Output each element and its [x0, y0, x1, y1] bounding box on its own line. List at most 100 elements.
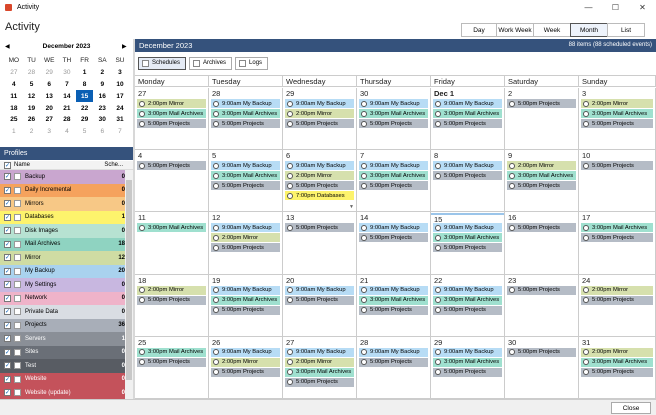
- calendar-event[interactable]: 5:00pm Projects: [137, 161, 206, 171]
- mini-calendar-day[interactable]: 5: [76, 126, 94, 138]
- day-cell[interactable]: 11 3:00pm Mail Archives: [135, 212, 209, 274]
- mini-calendar-day[interactable]: 25: [5, 114, 23, 126]
- profile-row[interactable]: ✓ Website 0: [0, 372, 133, 386]
- profiles-scrollbar[interactable]: [125, 170, 133, 399]
- view-day-button[interactable]: Day: [461, 23, 497, 37]
- profile-row[interactable]: ✓ Network 0: [0, 291, 133, 305]
- calendar-event[interactable]: 5:00pm Projects: [581, 233, 653, 243]
- profile-checkbox[interactable]: ✓: [4, 281, 11, 289]
- profile-checkbox[interactable]: ✓: [4, 375, 11, 383]
- calendar-event[interactable]: 5:00pm Projects: [581, 161, 653, 171]
- calendar-event[interactable]: 5:00pm Projects: [359, 181, 428, 191]
- mini-calendar-day[interactable]: 16: [93, 90, 111, 102]
- calendar-event[interactable]: 2:00pm Mirror: [581, 347, 653, 357]
- mini-calendar-day[interactable]: 18: [5, 102, 23, 114]
- mini-calendar-day[interactable]: 4: [5, 79, 23, 91]
- calendar-event[interactable]: 5:00pm Projects: [359, 233, 428, 243]
- day-cell[interactable]: 29 9:00am My Backup 2:00pm Mirror 5:00pm Pr…: [283, 88, 357, 150]
- mini-calendar-day[interactable]: 27: [40, 114, 58, 126]
- day-cell[interactable]: 4 5:00pm Projects: [135, 150, 209, 212]
- profile-checkbox[interactable]: ✓: [4, 308, 11, 316]
- calendar-event[interactable]: 5:00pm Projects: [507, 99, 576, 108]
- mini-calendar-day[interactable]: 10: [111, 79, 129, 91]
- day-cell[interactable]: 13 5:00pm Projects: [283, 212, 357, 274]
- calendar-event[interactable]: 5:00pm Projects: [285, 295, 354, 305]
- profile-row[interactable]: ✓ Test 0: [0, 359, 133, 373]
- mini-calendar-day[interactable]: 1: [5, 126, 23, 138]
- calendar-event[interactable]: 9:00am My Backup: [285, 161, 354, 171]
- calendar-event[interactable]: 3:00pm Mail Archives: [211, 109, 280, 118]
- calendar-event[interactable]: 5:00pm Projects: [359, 305, 428, 315]
- calendar-event[interactable]: 5:00pm Projects: [285, 119, 354, 128]
- profile-checkbox[interactable]: ✓: [4, 335, 11, 343]
- calendar-event[interactable]: 3:00pm Mail Archives: [581, 223, 653, 233]
- calendar-event[interactable]: 5:00pm Projects: [581, 119, 653, 128]
- calendar-event[interactable]: 5:00pm Projects: [211, 119, 280, 128]
- calendar-event[interactable]: 3:00pm Mail Archives: [581, 357, 653, 367]
- profile-checkbox[interactable]: ✓: [4, 186, 11, 194]
- profile-checkbox[interactable]: ✓: [4, 200, 11, 208]
- mini-calendar-day[interactable]: 4: [58, 126, 76, 138]
- calendar-event[interactable]: 5:00pm Projects: [433, 243, 502, 253]
- calendar-event[interactable]: 9:00am My Backup: [359, 285, 428, 295]
- calendar-event[interactable]: 2:00pm Mirror: [581, 99, 653, 108]
- day-cell[interactable]: 10 5:00pm Projects: [579, 150, 656, 212]
- archives-filter-button[interactable]: Archives: [189, 56, 233, 70]
- day-cell[interactable]: 28 9:00am My Backup 3:00pm Mail Archives 5:…: [209, 88, 283, 150]
- calendar-event[interactable]: 3:00pm Mail Archives: [433, 109, 502, 118]
- profile-row[interactable]: ✓ Mirrors 0: [0, 197, 133, 211]
- calendar-event[interactable]: 9:00am My Backup: [285, 285, 354, 295]
- calendar-event[interactable]: 5:00pm Projects: [507, 181, 576, 191]
- profile-row[interactable]: ✓ Mirror 12: [0, 251, 133, 265]
- minimize-button[interactable]: —: [575, 0, 602, 14]
- mini-calendar-day[interactable]: 8: [76, 79, 94, 91]
- calendar-event[interactable]: 5:00pm Projects: [211, 243, 280, 253]
- mini-calendar-day[interactable]: 7: [111, 126, 129, 138]
- day-cell[interactable]: 6 9:00am My Backup 2:00pm Mirror 5:00pm Pro…: [283, 150, 357, 212]
- profile-row[interactable]: ✓ Disk Images 0: [0, 224, 133, 238]
- mini-calendar-day[interactable]: 15: [75, 90, 94, 103]
- calendar-event[interactable]: 3:00pm Mail Archives: [433, 295, 502, 305]
- calendar-event[interactable]: 5:00pm Projects: [433, 367, 502, 377]
- profile-checkbox[interactable]: ✓: [4, 227, 11, 235]
- day-cell[interactable]: 19 9:00am My Backup 3:00pm Mail Archives 5:…: [209, 274, 283, 336]
- calendar-event[interactable]: 3:00pm Mail Archives: [137, 223, 206, 233]
- profile-checkbox[interactable]: ✓: [4, 389, 11, 397]
- calendar-event[interactable]: 5:00pm Projects: [285, 181, 354, 191]
- mini-calendar-day[interactable]: 5: [23, 79, 41, 91]
- calendar-event[interactable]: 9:00am My Backup: [285, 347, 354, 357]
- day-cell[interactable]: 23 5:00pm Projects: [505, 274, 579, 336]
- day-cell[interactable]: 25 3:00pm Mail Archives 5:00pm Projects: [135, 336, 209, 398]
- mini-calendar-day[interactable]: 9: [93, 79, 111, 91]
- mini-calendar-day[interactable]: 30: [93, 114, 111, 126]
- view-month-button[interactable]: Month: [570, 23, 608, 37]
- calendar-event[interactable]: 3:00pm Mail Archives: [433, 233, 502, 243]
- mini-calendar-day[interactable]: 21: [58, 102, 76, 114]
- profile-checkbox[interactable]: ✓: [4, 240, 11, 248]
- mini-calendar-day[interactable]: 20: [40, 102, 58, 114]
- calendar-event[interactable]: 9:00am My Backup: [433, 285, 502, 295]
- calendar-event[interactable]: 2:00pm Mirror: [507, 161, 576, 171]
- day-cell[interactable]: 12 9:00am My Backup 2:00pm Mirror 5:00pm Pr…: [209, 212, 283, 274]
- calendar-event[interactable]: 5:00pm Projects: [433, 171, 502, 181]
- profile-row[interactable]: ✓ Projects 36: [0, 318, 133, 332]
- profile-checkbox[interactable]: ✓: [4, 267, 11, 275]
- calendar-event[interactable]: 3:00pm Mail Archives: [137, 347, 206, 357]
- calendar-event[interactable]: 2:00pm Mirror: [137, 285, 206, 295]
- profile-row[interactable]: ✓ Backup 0: [0, 170, 133, 184]
- select-all-checkbox[interactable]: ✓: [4, 161, 11, 169]
- calendar-event[interactable]: 3:00pm Mail Archives: [507, 171, 576, 181]
- mini-calendar-day[interactable]: 3: [40, 126, 58, 138]
- calendar-event[interactable]: 3:00pm Mail Archives: [581, 109, 653, 118]
- calendar-event[interactable]: 9:00am My Backup: [359, 161, 428, 171]
- mini-calendar-day[interactable]: 23: [93, 102, 111, 114]
- day-cell[interactable]: 30 9:00am My Backup 3:00pm Mail Archives 5:…: [357, 88, 431, 150]
- day-cell[interactable]: Dec 1 9:00am My Backup 3:00pm Mail Archive…: [431, 88, 505, 150]
- mini-calendar-day[interactable]: 19: [23, 102, 41, 114]
- day-cell[interactable]: 29 9:00am My Backup 3:00pm Mail Archives 5:…: [431, 336, 505, 398]
- calendar-event[interactable]: 5:00pm Projects: [211, 181, 280, 191]
- mini-calendar-day[interactable]: 12: [23, 90, 41, 102]
- calendar-event[interactable]: 2:00pm Mirror: [285, 357, 354, 367]
- column-schedules[interactable]: Sche...: [104, 162, 123, 168]
- mini-calendar-day[interactable]: 29: [76, 114, 94, 126]
